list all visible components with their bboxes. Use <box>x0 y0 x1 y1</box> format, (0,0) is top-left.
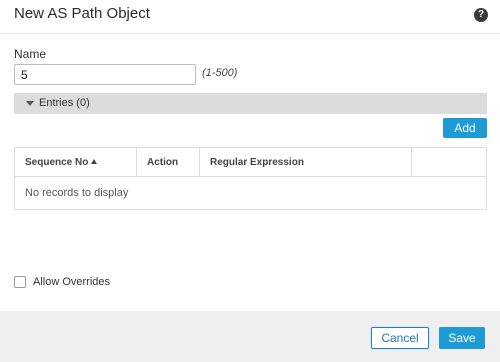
column-header-sequence-no[interactable]: Sequence No <box>15 148 137 177</box>
table-header: Sequence No Action Regular Expression <box>15 148 486 177</box>
cancel-button[interactable]: Cancel <box>371 327 429 349</box>
sort-ascending-icon <box>91 159 98 164</box>
name-range-hint: (1-500) <box>202 67 238 79</box>
help-icon[interactable]: ? <box>474 8 488 22</box>
entries-section-label: Entries (0) <box>39 97 90 109</box>
entries-table: Sequence No Action Regular Expression No… <box>14 147 487 210</box>
dialog-footer: Cancel Save <box>0 311 500 362</box>
dialog-header: New AS Path Object ? <box>0 0 500 34</box>
column-header-label: Sequence No <box>25 157 89 168</box>
caret-down-icon <box>26 101 34 106</box>
name-input[interactable] <box>14 64 196 85</box>
save-button[interactable]: Save <box>439 327 485 349</box>
entries-section-toggle[interactable]: Entries (0) <box>14 93 487 114</box>
empty-table-message: No records to display <box>25 187 129 199</box>
allow-overrides-checkbox[interactable] <box>14 276 26 288</box>
allow-overrides-label[interactable]: Allow Overrides <box>33 276 110 288</box>
add-entry-button[interactable]: Add <box>443 118 487 138</box>
column-header-actions <box>412 148 486 177</box>
column-header-action[interactable]: Action <box>137 148 200 177</box>
column-header-regular-expression[interactable]: Regular Expression <box>200 148 412 177</box>
name-label: Name <box>14 47 47 61</box>
as-path-object-dialog: New AS Path Object ? Name (1-500) Entrie… <box>0 0 500 362</box>
dialog-title: New AS Path Object <box>14 5 150 22</box>
